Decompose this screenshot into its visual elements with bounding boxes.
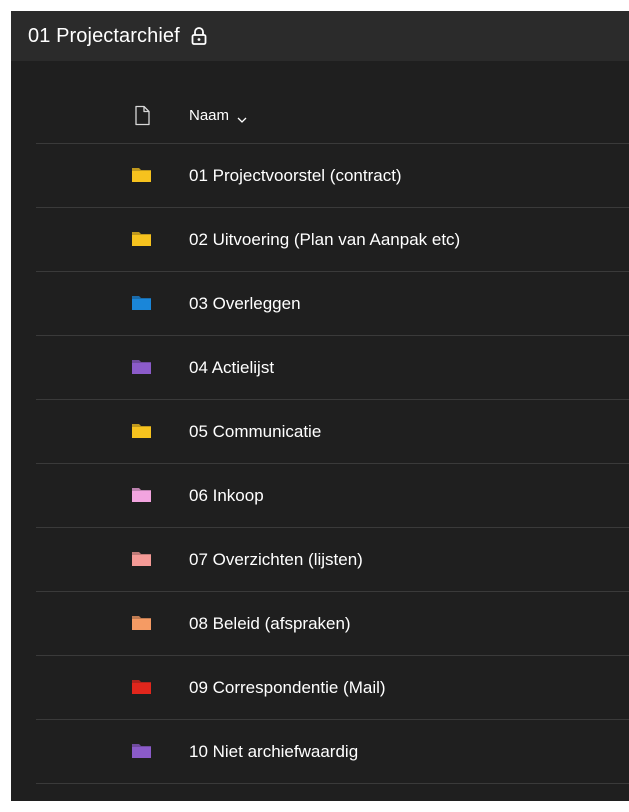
folder-name[interactable]: 10 Niet archiefwaardig [189, 720, 358, 783]
folder-icon [131, 614, 152, 631]
folder-list: 01 Projectvoorstel (contract) 02 Uitvoeri… [36, 144, 629, 784]
lock-icon [190, 26, 208, 46]
folder-row[interactable]: 02 Uitvoering (Plan van Aanpak etc) [36, 208, 629, 272]
page-title: 01 Projectarchief [28, 24, 180, 47]
library-header: 01 Projectarchief [11, 11, 629, 61]
folder-icon [131, 358, 152, 375]
folder-icon [131, 166, 152, 183]
name-column-header[interactable]: Naam [189, 105, 247, 125]
folder-name[interactable]: 07 Overzichten (lijsten) [189, 528, 363, 591]
folder-row[interactable]: 01 Projectvoorstel (contract) [36, 144, 629, 208]
folder-row[interactable]: 03 Overleggen [36, 272, 629, 336]
folder-icon [131, 678, 152, 695]
folder-icon [131, 486, 152, 503]
folder-row[interactable]: 09 Correspondentie (Mail) [36, 656, 629, 720]
folder-icon [131, 422, 152, 439]
file-list-panel: 01 Projectarchief Naam 01 Projectvoorste… [11, 11, 629, 801]
folder-name[interactable]: 02 Uitvoering (Plan van Aanpak etc) [189, 208, 460, 271]
folder-row[interactable]: 07 Overzichten (lijsten) [36, 528, 629, 592]
folder-icon [131, 742, 152, 759]
folder-icon [131, 294, 152, 311]
folder-row[interactable]: 10 Niet archiefwaardig [36, 720, 629, 784]
chevron-down-icon [237, 111, 247, 123]
folder-icon [131, 230, 152, 247]
folder-name[interactable]: 08 Beleid (afspraken) [189, 592, 351, 655]
folder-row[interactable]: 04 Actielijst [36, 336, 629, 400]
folder-name[interactable]: 05 Communicatie [189, 400, 321, 463]
folder-name[interactable]: 04 Actielijst [189, 336, 274, 399]
folder-row[interactable]: 06 Inkoop [36, 464, 629, 528]
folder-name[interactable]: 09 Correspondentie (Mail) [189, 656, 386, 719]
document-icon[interactable] [134, 105, 151, 126]
folder-name[interactable]: 03 Overleggen [189, 272, 301, 335]
folder-name[interactable]: 06 Inkoop [189, 464, 264, 527]
column-header-row: Naam [36, 86, 629, 144]
folder-row[interactable]: 08 Beleid (afspraken) [36, 592, 629, 656]
folder-row[interactable]: 05 Communicatie [36, 400, 629, 464]
folder-name[interactable]: 01 Projectvoorstel (contract) [189, 144, 402, 207]
name-column-label: Naam [189, 106, 230, 124]
folder-icon [131, 550, 152, 567]
